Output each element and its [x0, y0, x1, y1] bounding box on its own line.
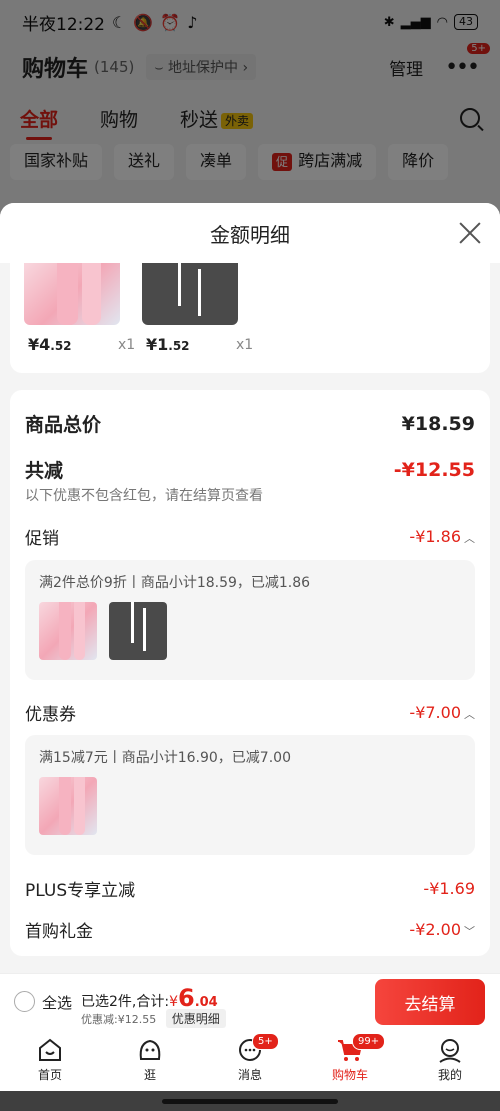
currency-symbol: ¥ [169, 994, 178, 1010]
product-image-perfume [39, 602, 97, 660]
selected-prefix: 已选2件,合计: [81, 994, 170, 1010]
first-buy-row[interactable]: 首购礼金 -¥2.00 ﹀ [25, 917, 475, 942]
tab-cart-label: 购物车 [331, 1068, 368, 1082]
discount-summary-text: 优惠减:¥12.55 [81, 1013, 157, 1026]
discount-summary: 优惠减:¥12.55 优惠明细 [81, 1009, 226, 1028]
coupon-row[interactable]: 优惠券 -¥7.00 ︿ [25, 700, 475, 725]
discount-row: 共减 -¥12.55 [25, 456, 475, 483]
home-icon [39, 1038, 61, 1061]
discount-label: 共减 [25, 460, 64, 482]
price-dec: .52 [168, 339, 190, 353]
discount-value: -¥12.55 [393, 458, 475, 481]
product-image-perfume [39, 777, 97, 835]
goods-qty: x1 [118, 337, 136, 353]
messages-badge: 5+ [252, 1033, 279, 1050]
coupon-amount: -¥7.00 [409, 703, 461, 722]
goods-item[interactable]: ¥4.52 x1 [24, 263, 135, 363]
sheet-title: 金额明细 [210, 222, 290, 247]
promo-value: -¥1.86 ︿ [409, 527, 475, 546]
chevron-up-icon: ︿ [464, 532, 475, 545]
total-summary: 已选2件,合计:¥6.04 [81, 984, 218, 1012]
discount-detail-link[interactable]: 优惠明细 [165, 1009, 226, 1028]
promo-label: 促销 [25, 529, 59, 549]
cart-badge: 99+ [352, 1033, 386, 1050]
coupon-value: -¥7.00 ︿ [409, 703, 475, 722]
price-dec: .52 [50, 339, 72, 353]
amount-detail-sheet: 金额明细 ¥4.52 x1 ¥1.52 x1 商品总价 ¥18.59 共减 -¥… [0, 203, 500, 973]
discount-note: 以下优惠不包含红包，请在结算页查看 [25, 488, 263, 504]
promo-amount: -¥1.86 [409, 527, 461, 546]
sheet-header: 金额明细 [0, 203, 500, 263]
goods-qty: x1 [236, 337, 254, 353]
total-label: 商品总价 [25, 414, 102, 436]
promo-detail-box: 满2件总价9折丨商品小计18.59，已减1.86 [25, 560, 475, 680]
tab-messages[interactable]: 消息 5+ [200, 1031, 300, 1091]
bottom-tab-bar: 首页 逛 消息 5+ 购物车 99+ 我的 [0, 1031, 500, 1091]
tab-home-label: 首页 [37, 1068, 62, 1082]
price-int: ¥1 [146, 335, 169, 354]
promo-row[interactable]: 促销 -¥1.86 ︿ [25, 524, 475, 549]
total-amount-int: 6 [178, 984, 195, 1012]
plus-row: PLUS专享立减 -¥1.69 [25, 876, 475, 901]
plus-label: PLUS专享立减 [25, 881, 136, 901]
plus-value: -¥1.69 [423, 879, 475, 898]
goods-price: ¥4.52 [28, 335, 72, 354]
total-row: 商品总价 ¥18.59 [25, 410, 475, 437]
first-buy-label: 首购礼金 [25, 922, 93, 942]
promo-detail: 满2件总价9折丨商品小计18.59，已减1.86 [39, 575, 311, 591]
total-value: ¥18.59 [401, 412, 475, 435]
chevron-up-icon: ︿ [464, 708, 475, 721]
tab-browse[interactable]: 逛 [100, 1031, 200, 1091]
tab-messages-label: 消息 [237, 1068, 262, 1082]
close-icon[interactable] [458, 221, 482, 245]
profile-icon [439, 1039, 461, 1063]
tab-cart[interactable]: 购物车 99+ [300, 1031, 400, 1091]
goods-price: ¥1.52 [146, 335, 190, 354]
product-image-cable [109, 602, 167, 660]
tab-me[interactable]: 我的 [400, 1031, 500, 1091]
chevron-down-icon: ﹀ [464, 925, 475, 938]
coupon-detail-box: 满15减7元丨商品小计16.90，已减7.00 [25, 735, 475, 855]
checkout-bar: 全选 已选2件,合计:¥6.04 优惠减:¥12.55 优惠明细 去结算 [0, 973, 500, 1031]
product-image-perfume [24, 263, 120, 325]
price-int: ¥4 [28, 335, 51, 354]
browse-face-icon [139, 1039, 161, 1060]
coupon-detail: 满15减7元丨商品小计16.90，已减7.00 [39, 750, 291, 766]
selected-goods-card: ¥4.52 x1 ¥1.52 x1 [10, 263, 490, 373]
amount-breakdown-card: 商品总价 ¥18.59 共减 -¥12.55 以下优惠不包含红包，请在结算页查看… [10, 390, 490, 956]
first-buy-amount: -¥2.00 [409, 920, 461, 939]
tab-home[interactable]: 首页 [0, 1031, 100, 1091]
total-amount-dec: .04 [194, 995, 218, 1010]
product-image-cable [142, 263, 238, 325]
coupon-label: 优惠券 [25, 705, 76, 725]
select-all-label[interactable]: 全选 [42, 992, 72, 1013]
home-indicator [162, 1099, 338, 1104]
select-all-checkbox[interactable] [14, 991, 35, 1012]
tab-me-label: 我的 [437, 1068, 462, 1082]
first-buy-value: -¥2.00 ﹀ [409, 920, 475, 939]
tab-browse-label: 逛 [143, 1068, 156, 1082]
checkout-button[interactable]: 去结算 [375, 979, 485, 1025]
goods-item[interactable]: ¥1.52 x1 [142, 263, 253, 363]
